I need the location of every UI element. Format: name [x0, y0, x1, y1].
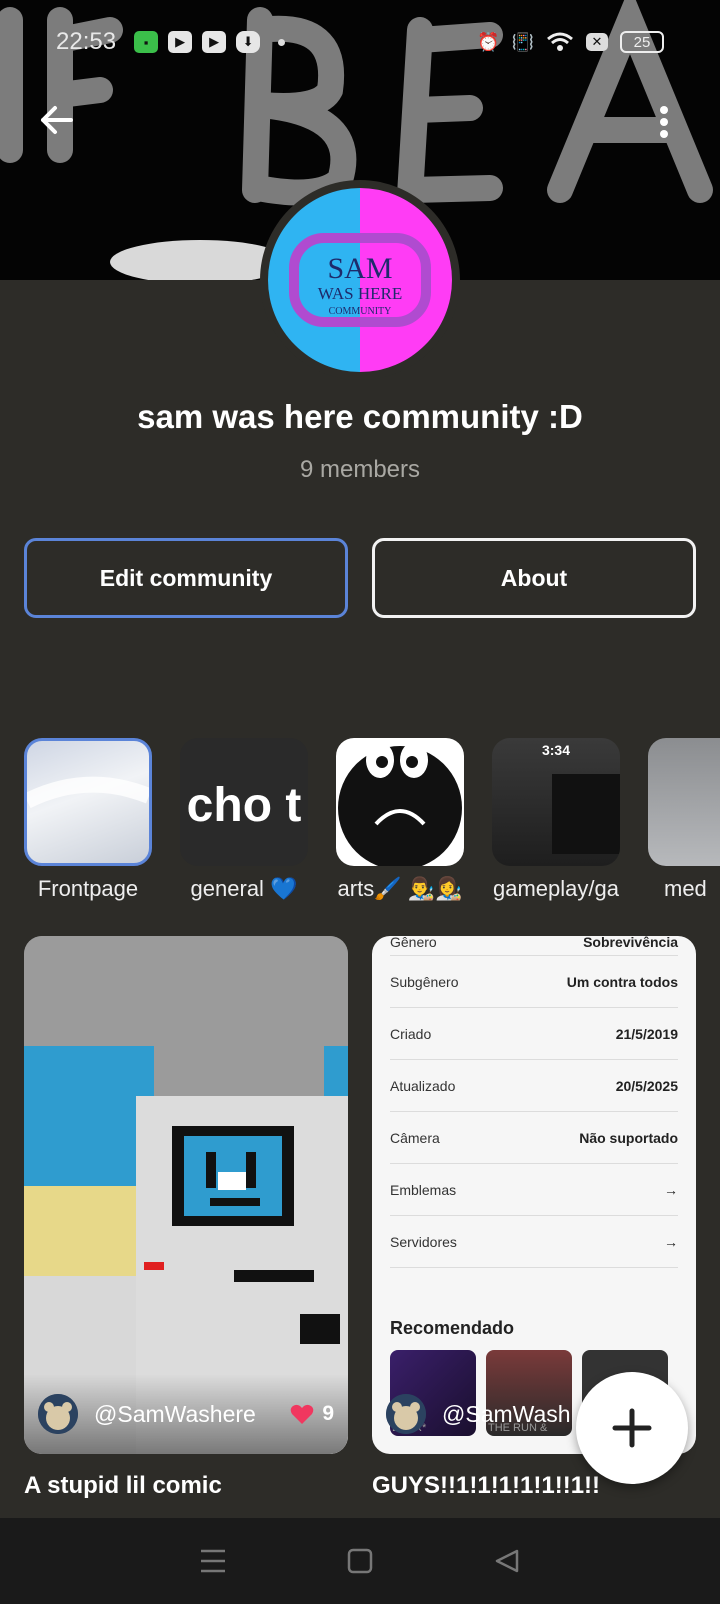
community-logo: SAM WAS HERE COMMUNITY	[268, 188, 452, 372]
post-author[interactable]: @SamWashere	[94, 1401, 268, 1428]
info-row: Câmera Não suportado	[390, 1112, 678, 1164]
video-timer: 3:34	[541, 742, 571, 758]
menu-nav-button[interactable]	[193, 1541, 233, 1581]
post-title[interactable]: GUYS!!1!1!1!1!1!!1!!	[372, 1472, 600, 1500]
recommended-heading: Recomendado	[390, 1318, 515, 1338]
youtube-icon: ▶	[168, 31, 193, 53]
arrow-left-icon	[41, 106, 73, 134]
post-card[interactable]: @SamWashere 9	[24, 936, 348, 1454]
channel-label: general 💙	[190, 876, 298, 901]
square-icon	[347, 1548, 373, 1574]
bear-avatar-icon	[386, 1394, 426, 1434]
plus-icon	[612, 1408, 652, 1448]
heart-icon	[291, 1404, 314, 1424]
info-row: Subgênero Um contra todos	[390, 956, 678, 1008]
channel-label: med	[664, 876, 707, 901]
alarm-icon: ⏰	[477, 31, 500, 52]
no-sim-icon: ✕	[586, 33, 608, 51]
cloud-image	[27, 776, 149, 809]
create-post-button[interactable]	[576, 1372, 688, 1484]
download-icon: ⬇	[236, 31, 261, 53]
channel-thumb	[648, 738, 720, 866]
scene-block	[552, 774, 620, 854]
member-count[interactable]: 9 members	[0, 456, 720, 484]
channel-media[interactable]: med	[648, 738, 720, 902]
post-author[interactable]: @SamWash	[442, 1401, 582, 1428]
arrow-right-icon: →	[664, 1181, 678, 1198]
about-button[interactable]: About	[372, 538, 696, 618]
channel-thumb-text: cho t	[186, 779, 302, 832]
triangle-back-icon	[495, 1549, 518, 1573]
like-count-value: 9	[322, 1402, 334, 1425]
author-avatar[interactable]	[38, 1394, 78, 1434]
svg-text:SAM: SAM	[327, 252, 392, 285]
channel-thumb	[24, 738, 152, 866]
app-notification-icon: ▪	[134, 31, 159, 53]
info-row: Servidores →	[390, 1216, 678, 1268]
info-row: Emblemas →	[390, 1164, 678, 1216]
channel-general[interactable]: cho t general 💙	[180, 738, 308, 902]
community-avatar[interactable]: SAM WAS HERE COMMUNITY	[268, 188, 452, 372]
info-row: Atualizado 20/5/2025	[390, 1060, 678, 1112]
cartoon-face-image	[338, 742, 462, 866]
youtube-icon-2: ▶	[202, 31, 227, 53]
channel-frontpage[interactable]: Frontpage	[24, 738, 152, 902]
more-dot-icon	[660, 118, 668, 126]
channel-thumb	[336, 738, 464, 866]
wifi-icon	[547, 32, 573, 51]
info-row: Gênero Sobrevivência	[390, 936, 678, 956]
more-options-button[interactable]	[650, 100, 678, 144]
community-avatar-frame: SAM WAS HERE COMMUNITY	[260, 180, 460, 380]
edit-community-button[interactable]: Edit community	[24, 538, 348, 618]
post-title[interactable]: A stupid lil comic	[24, 1472, 222, 1500]
channel-thumb: cho t	[180, 738, 308, 866]
system-nav-bar	[0, 1518, 720, 1604]
back-nav-button[interactable]	[487, 1541, 527, 1581]
more-dot-icon	[660, 130, 668, 138]
svg-text:COMMUNITY: COMMUNITY	[329, 306, 392, 317]
channel-arts[interactable]: arts🖌️ 👨‍🎨👩‍🎨	[336, 738, 464, 902]
info-row: Criado 21/5/2019	[390, 1008, 678, 1060]
menu-icon	[201, 1549, 226, 1573]
post-footer: @SamWashere 9	[24, 1374, 348, 1454]
home-nav-button[interactable]	[340, 1541, 380, 1581]
arrow-right-icon: →	[664, 1233, 678, 1250]
channel-label: arts🖌️ 👨‍🎨👩‍🎨	[337, 876, 463, 901]
channel-label: gameplay/ga	[493, 876, 619, 901]
bear-avatar-icon	[38, 1394, 78, 1434]
channel-label: Frontpage	[37, 876, 139, 901]
status-time: 22:53	[56, 28, 117, 55]
author-avatar[interactable]	[386, 1394, 426, 1434]
like-count[interactable]: 9	[290, 1402, 334, 1426]
channel-thumb: 3:34	[492, 738, 620, 866]
channel-list[interactable]: Frontpage cho t general 💙 arts🖌️ 👨‍🎨👩‍🎨 …	[24, 738, 720, 908]
back-button[interactable]	[34, 98, 78, 142]
svg-text:WAS HERE: WAS HERE	[318, 284, 403, 303]
game-info-table: Gênero Sobrevivência Subgênero Um contra t…	[390, 936, 678, 1268]
community-title: sam was here community :D	[137, 398, 583, 435]
more-dot-icon	[660, 106, 668, 114]
more-notifications-dot	[278, 38, 286, 46]
battery-icon: 25	[620, 31, 664, 53]
status-bar: 22:53 ▪ ▶ ▶ ⬇ ⏰ 📳 ✕ 25	[0, 22, 720, 62]
channel-gameplay[interactable]: 3:34 gameplay/ga	[492, 738, 620, 902]
vibrate-icon: 📳	[511, 31, 534, 52]
